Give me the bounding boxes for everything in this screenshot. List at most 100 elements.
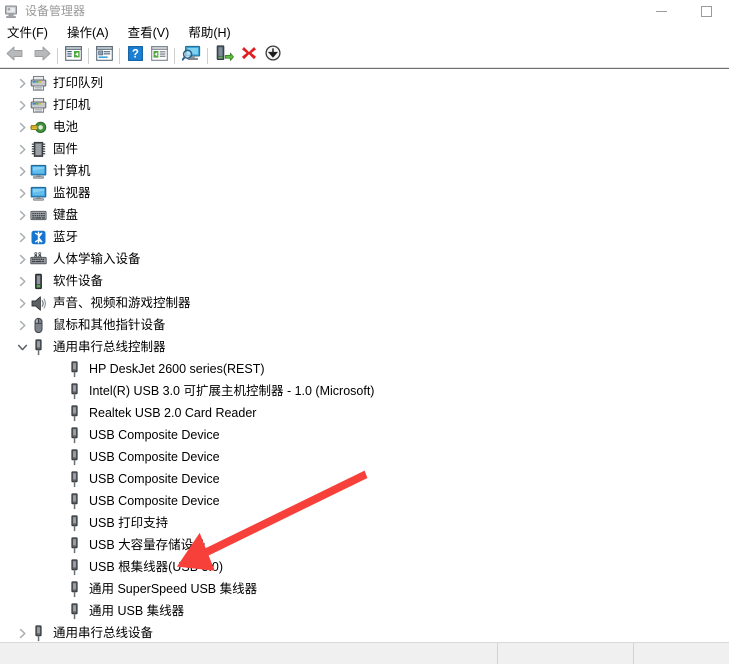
printer-icon xyxy=(30,75,47,92)
toolbar-separator-4 xyxy=(174,47,175,64)
export-list-icon xyxy=(150,45,168,66)
chevron-right-icon[interactable] xyxy=(14,204,30,226)
device-tree-row[interactable]: 软件设备 xyxy=(0,270,729,292)
device-tree-row[interactable]: 电池 xyxy=(0,116,729,138)
chevron-right-icon[interactable] xyxy=(14,94,30,116)
menu-file[interactable]: 文件(F) xyxy=(5,23,55,43)
download-circle-icon xyxy=(265,45,281,66)
help-button[interactable]: ? xyxy=(123,45,147,67)
scan-for-hardware-changes-button[interactable] xyxy=(178,45,204,67)
device-tree-row[interactable]: 人体学输入设备 xyxy=(0,248,729,270)
device-tree-panel[interactable]: 打印队列打印机电池固件 计算机 监视器 键盘 蓝牙人体学输入设备 软件设备声音、视频和游戏… xyxy=(0,68,729,642)
update-driver-button[interactable] xyxy=(261,45,285,67)
bluetooth-icon xyxy=(30,229,47,246)
chevron-right-icon[interactable] xyxy=(14,116,30,138)
uninstall-device-button[interactable] xyxy=(211,45,237,67)
device-tree-row[interactable]: USB 大容量存储设备 xyxy=(0,534,729,556)
computer-monitor-icon xyxy=(30,163,47,180)
window-controls xyxy=(639,0,729,22)
device-tree-row-label: USB Composite Device xyxy=(89,471,220,486)
window-title: 设备管理器 xyxy=(25,4,86,18)
device-tree-row-label: USB Composite Device xyxy=(89,449,220,464)
maximize-icon xyxy=(701,5,712,17)
usb-icon xyxy=(66,382,83,400)
device-tree-row[interactable]: USB Composite Device xyxy=(0,490,729,512)
toolbar-separator-3 xyxy=(119,47,120,64)
device-tree-row[interactable]: USB Composite Device xyxy=(0,446,729,468)
device-tree-row[interactable]: 键盘 xyxy=(0,204,729,226)
device-tree-row[interactable]: 监视器 xyxy=(0,182,729,204)
status-cell-secondary xyxy=(497,643,633,664)
device-tree-row[interactable]: Intel(R) USB 3.0 可扩展主机控制器 - 1.0 (Microso… xyxy=(0,380,729,402)
device-tree: 打印队列打印机电池固件 计算机 监视器 键盘 蓝牙人体学输入设备 软件设备声音、视频和游戏… xyxy=(0,69,729,642)
usb-icon xyxy=(66,404,83,422)
device-tree-row[interactable]: 蓝牙 xyxy=(0,226,729,248)
uninstall-device-icon xyxy=(215,45,234,66)
device-tree-row[interactable]: 打印队列 xyxy=(0,72,729,94)
device-tree-row[interactable]: 通用 USB 集线器 xyxy=(0,600,729,622)
device-tree-row[interactable]: HP DeskJet 2600 series(REST) xyxy=(0,358,729,380)
device-tree-row[interactable]: 打印机 xyxy=(0,94,729,116)
device-tree-row[interactable]: 通用串行总线控制器 xyxy=(0,336,729,358)
device-tree-row-label: 电池 xyxy=(53,119,79,134)
chevron-right-icon[interactable] xyxy=(14,314,30,336)
chevron-right-icon[interactable] xyxy=(14,248,30,270)
disable-device-button[interactable] xyxy=(237,45,261,67)
device-tree-row-label: 软件设备 xyxy=(53,273,104,288)
usb-icon xyxy=(66,580,83,598)
chevron-right-icon[interactable] xyxy=(14,622,30,642)
device-tree-row[interactable]: 固件 xyxy=(0,138,729,160)
device-tree-row[interactable]: USB Composite Device xyxy=(0,468,729,490)
device-tree-row[interactable]: 计算机 xyxy=(0,160,729,182)
device-tree-row-label: 打印机 xyxy=(53,97,91,112)
chevron-right-icon[interactable] xyxy=(14,182,30,204)
minimize-button[interactable] xyxy=(639,0,684,22)
properties-button[interactable] xyxy=(92,45,116,67)
device-tree-row[interactable]: USB Composite Device xyxy=(0,424,729,446)
speaker-icon xyxy=(30,295,47,312)
status-cell-tertiary xyxy=(633,643,729,664)
device-tree-row-label: USB Composite Device xyxy=(89,493,220,508)
hid-keyboard-icon xyxy=(30,251,47,268)
forward-button[interactable] xyxy=(28,45,54,67)
device-tree-row[interactable]: USB 根集线器(USB 3.0) xyxy=(0,556,729,578)
usb-icon xyxy=(66,602,83,620)
device-tree-row-label: 打印队列 xyxy=(53,75,104,90)
close-x-icon xyxy=(241,45,257,66)
device-tree-row[interactable]: 通用 SuperSpeed USB 集线器 xyxy=(0,578,729,600)
chevron-down-icon[interactable] xyxy=(14,336,30,358)
chevron-right-icon[interactable] xyxy=(14,226,30,248)
device-tree-row[interactable]: 通用串行总线设备 xyxy=(0,622,729,642)
show-hide-console-tree-button[interactable] xyxy=(61,45,85,67)
chevron-right-icon[interactable] xyxy=(14,292,30,314)
device-tree-row-label: HP DeskJet 2600 series(REST) xyxy=(89,361,265,376)
chevron-right-icon[interactable] xyxy=(14,72,30,94)
menu-view[interactable]: 查看(V) xyxy=(126,23,177,43)
keyboard-icon xyxy=(30,207,47,224)
device-manager-window: 设备管理器 文件(F) 操作(A) 查看(V) 帮助(H) ? 打印队列 打印机… xyxy=(0,0,729,664)
chevron-right-icon[interactable] xyxy=(14,270,30,292)
device-tree-row-label: USB 大容量存储设备 xyxy=(89,537,206,552)
usb-icon xyxy=(66,536,83,554)
device-tree-row[interactable]: USB 打印支持 xyxy=(0,512,729,534)
chevron-right-icon[interactable] xyxy=(14,138,30,160)
device-tree-row-label: 通用串行总线控制器 xyxy=(53,339,166,354)
device-tree-row[interactable]: 声音、视频和游戏控制器 xyxy=(0,292,729,314)
device-tree-row[interactable]: Realtek USB 2.0 Card Reader xyxy=(0,402,729,424)
menu-help[interactable]: 帮助(H) xyxy=(186,23,237,43)
maximize-button[interactable] xyxy=(684,0,729,22)
back-button[interactable] xyxy=(2,45,28,67)
device-tree-row-label: 声音、视频和游戏控制器 xyxy=(53,295,191,310)
device-tree-row-label: 人体学输入设备 xyxy=(53,251,141,266)
chevron-right-icon[interactable] xyxy=(14,160,30,182)
device-tree-row[interactable]: 鼠标和其他指针设备 xyxy=(0,314,729,336)
export-list-button[interactable] xyxy=(147,45,171,67)
menu-action[interactable]: 操作(A) xyxy=(65,23,116,43)
